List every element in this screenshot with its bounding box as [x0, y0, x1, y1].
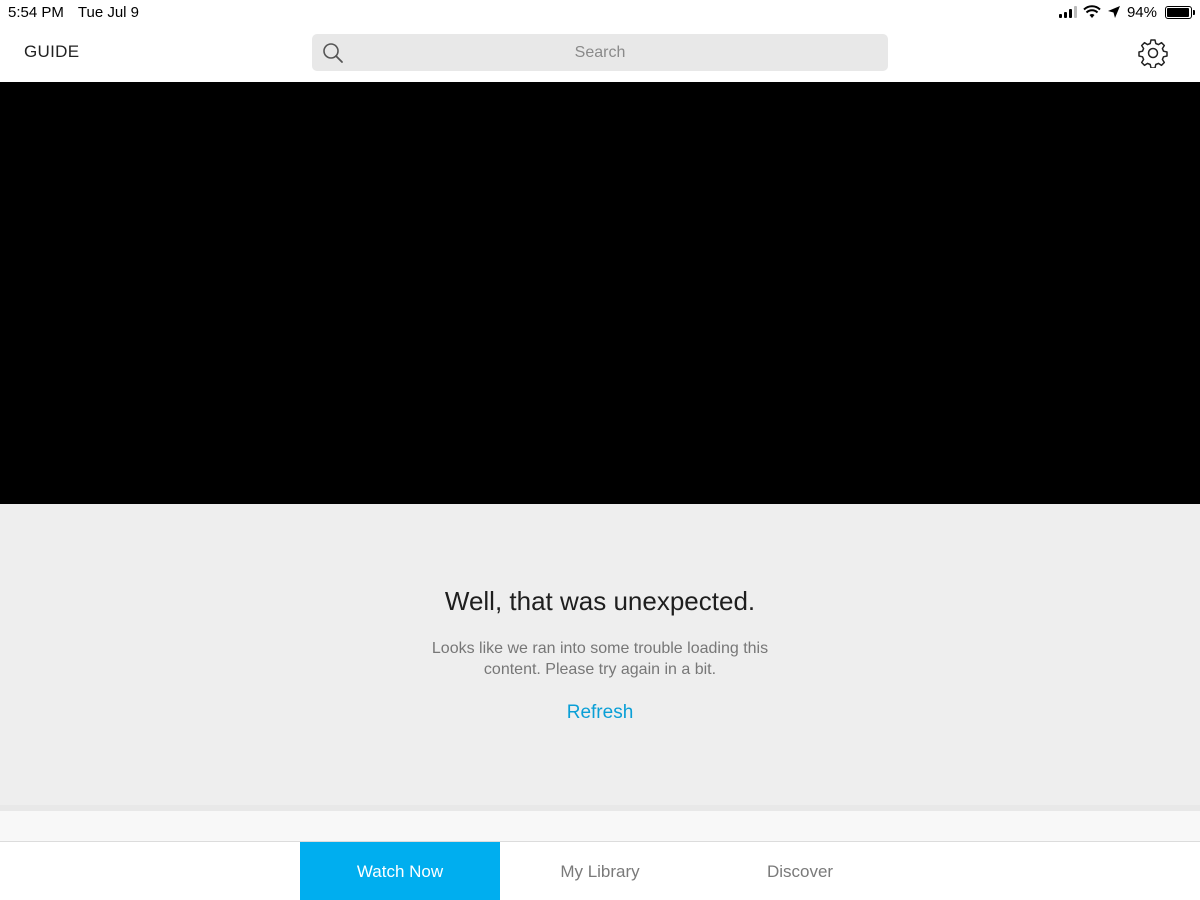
status-bar: 5:54 PM Tue Jul 9 94% — [0, 0, 1200, 24]
status-right: 94% — [1058, 3, 1195, 21]
error-title: Well, that was unexpected. — [444, 586, 756, 616]
wifi-icon — [1083, 5, 1101, 18]
battery-percent: 94% — [1126, 3, 1157, 21]
status-left: 5:54 PM Tue Jul 9 — [8, 4, 139, 21]
gear-icon — [1138, 39, 1168, 69]
guide-link[interactable]: GUIDE — [24, 42, 79, 62]
tab-my-library[interactable]: My Library — [500, 842, 700, 900]
content-divider — [0, 805, 1200, 841]
search-input[interactable] — [312, 34, 888, 71]
cellular-signal-icon — [1058, 6, 1077, 18]
location-arrow-icon — [1107, 6, 1120, 18]
status-time: 5:54 PM — [8, 3, 64, 21]
bottom-tab-bar: Watch Now My Library Discover — [0, 841, 1200, 900]
tab-watch-now[interactable]: Watch Now — [300, 842, 500, 900]
tab-discover[interactable]: Discover — [700, 842, 900, 900]
refresh-button[interactable]: Refresh — [0, 702, 1200, 724]
error-panel: Well, that was unexpected. Looks like we… — [0, 504, 1200, 805]
error-message: Looks like we ran into some trouble load… — [431, 640, 769, 678]
video-player[interactable] — [0, 82, 1200, 504]
battery-icon — [1165, 5, 1195, 19]
search-icon — [323, 43, 343, 63]
search-box[interactable] — [312, 34, 888, 71]
status-date: Tue Jul 9 — [77, 3, 140, 21]
settings-button[interactable] — [1138, 38, 1168, 69]
battery-level — [1167, 7, 1189, 17]
app-header: GUIDE — [0, 24, 1200, 82]
